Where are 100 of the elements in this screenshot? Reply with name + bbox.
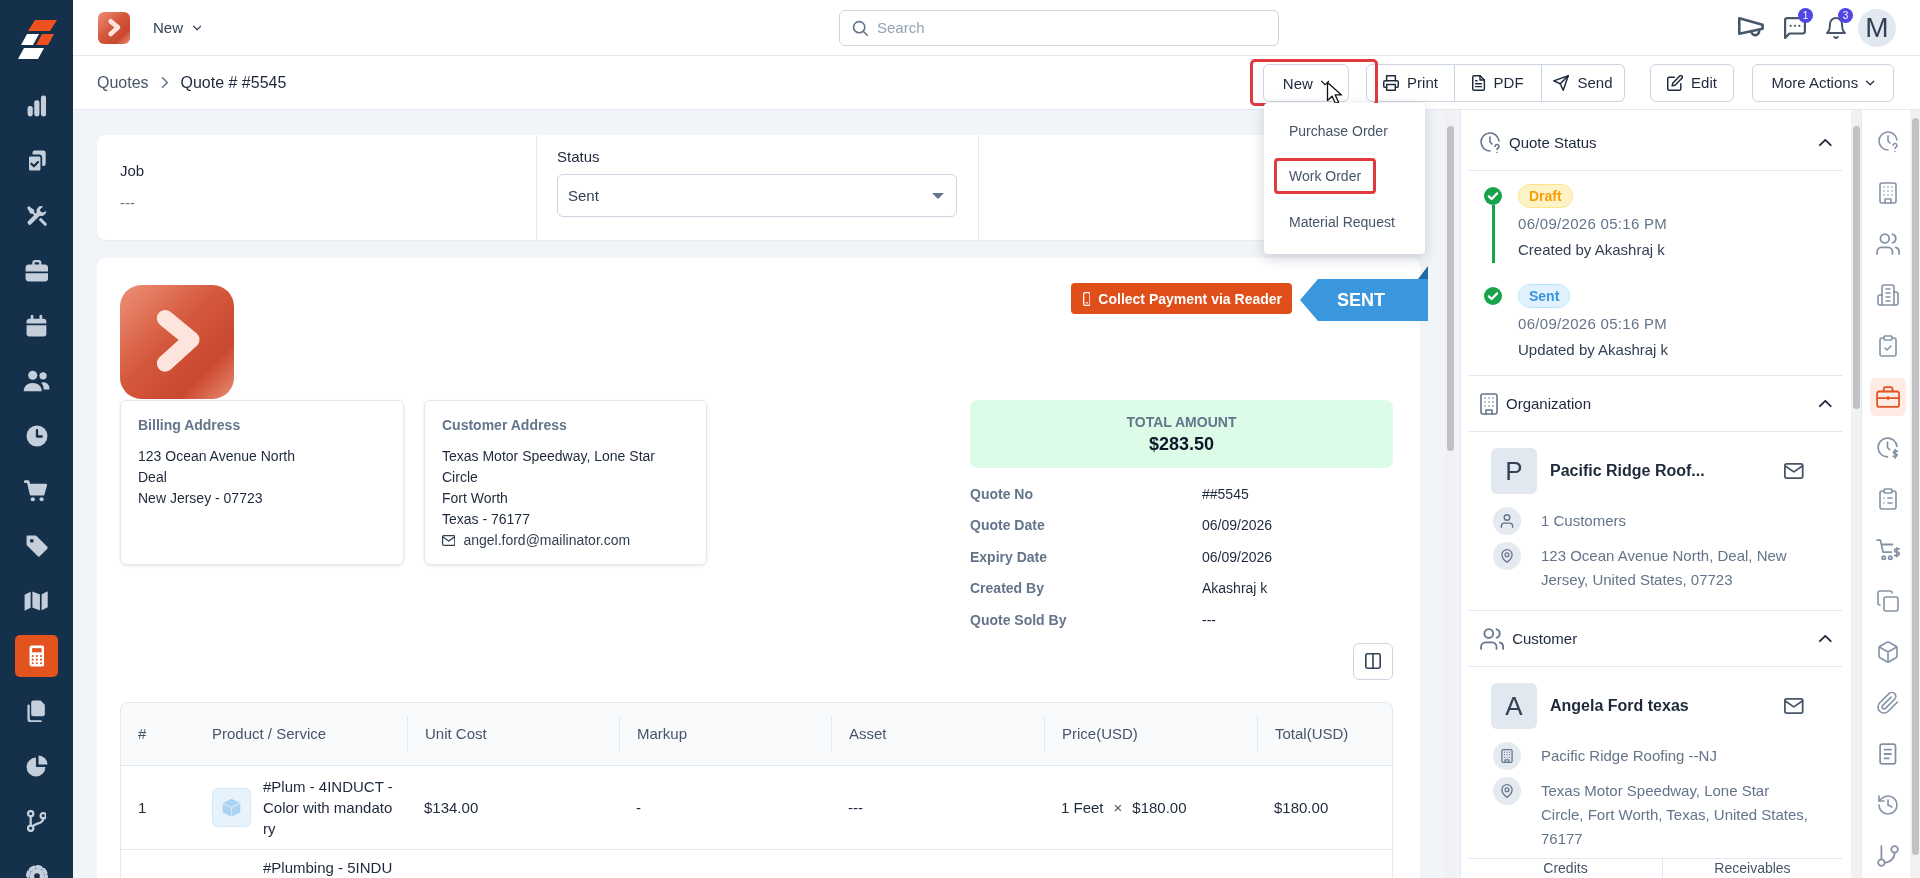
- users-icon: [1480, 627, 1505, 650]
- panel-tab[interactable]: Receivables: [1662, 859, 1842, 877]
- address-line: Texas Motor Speedway, Lone Star Circle: [442, 447, 656, 487]
- detail-value: 06/09/2026: [1202, 517, 1273, 534]
- history-icon[interactable]: [1877, 793, 1899, 816]
- location-pin-icon: [1493, 542, 1521, 570]
- company-logo[interactable]: [98, 11, 130, 44]
- location-pin-icon: [1493, 777, 1521, 805]
- scrollbar[interactable]: [1851, 110, 1861, 878]
- section-title: Quote Status: [1509, 134, 1597, 151]
- detail-label: Quote No: [970, 485, 1033, 502]
- column-header: Product / Service: [212, 725, 327, 742]
- clock-dollar-icon[interactable]: [1877, 436, 1899, 459]
- status-badge: Sent: [1518, 284, 1571, 308]
- rail-nav-button[interactable]: [1870, 377, 1906, 416]
- cube-icon[interactable]: [1878, 640, 1898, 663]
- column-header: Price(USD): [1062, 725, 1138, 742]
- more-actions-button[interactable]: More Actions: [1752, 63, 1894, 102]
- clock-icon[interactable]: [25, 424, 48, 447]
- organization-avatar: P: [1491, 448, 1537, 494]
- documents-icon[interactable]: [27, 699, 46, 722]
- column-header: Total(USD): [1275, 725, 1349, 742]
- caret-down-icon: [932, 192, 944, 199]
- app-logo[interactable]: [16, 19, 57, 59]
- column-header: Markup: [637, 725, 688, 742]
- table-cell: $134.00: [424, 798, 479, 816]
- clock-question-icon[interactable]: [1877, 130, 1899, 153]
- user-avatar[interactable]: M: [1858, 8, 1896, 47]
- calculator-icon[interactable]: [28, 644, 45, 667]
- new-dropdown-button[interactable]: New: [153, 15, 202, 40]
- multiply-sign: ×: [1113, 798, 1123, 816]
- new-button[interactable]: New: [1263, 64, 1349, 102]
- customer-name: Angela Ford texas: [1550, 697, 1689, 715]
- chevron-up-icon[interactable]: [1819, 634, 1832, 643]
- megaphone-icon[interactable]: [1738, 16, 1764, 39]
- field-value: ---: [120, 193, 135, 213]
- panel-tab[interactable]: Credits: [1469, 859, 1662, 877]
- cart-dollar-icon[interactable]: [1875, 538, 1901, 561]
- menu-item[interactable]: Purchase Order: [1274, 112, 1403, 149]
- columns-toggle-button[interactable]: [1353, 642, 1393, 680]
- building-icon[interactable]: [1879, 181, 1897, 204]
- status-select[interactable]: Sent: [557, 174, 957, 217]
- edit-icon: [1667, 74, 1684, 91]
- event-date: 06/09/2026 05:16 PM: [1518, 314, 1668, 334]
- collect-payment-button[interactable]: Collect Payment via Reader: [1070, 283, 1292, 314]
- briefcase-icon[interactable]: [24, 259, 49, 282]
- chevron-up-icon[interactable]: [1819, 399, 1832, 408]
- menu-item[interactable]: Work Order: [1274, 158, 1377, 195]
- cart-icon[interactable]: [24, 479, 49, 502]
- status-badge: Draft: [1518, 184, 1573, 208]
- product-name: #Plumbing - 5INDU: [263, 857, 394, 878]
- column-header: Unit Cost: [425, 725, 487, 742]
- tools-icon[interactable]: [25, 204, 48, 227]
- scrollbar-thumb[interactable]: [1911, 118, 1919, 855]
- notification-badge: 1: [1798, 7, 1813, 23]
- calendar-icon[interactable]: [26, 314, 47, 337]
- mail-icon[interactable]: [1784, 463, 1804, 479]
- breadcrumb-link[interactable]: Quotes: [97, 73, 149, 92]
- user-icon: [1493, 507, 1521, 535]
- edit-button[interactable]: Edit: [1650, 63, 1734, 102]
- total-label: TOTAL AMOUNT: [1126, 413, 1237, 431]
- send-icon: [1553, 74, 1570, 91]
- document-icon[interactable]: [1879, 742, 1897, 765]
- detail-label: Expiry Date: [970, 548, 1048, 565]
- chevron-down-icon: [1866, 79, 1875, 86]
- clipboard-icon[interactable]: [26, 149, 47, 172]
- address-line: 123 Ocean Avenue North: [138, 447, 295, 466]
- address-line: Fort Worth: [442, 489, 508, 508]
- event-note: Updated by Akashraj k: [1518, 340, 1669, 360]
- scrollbar[interactable]: [1445, 110, 1455, 878]
- users-icon[interactable]: [22, 369, 51, 392]
- scrollbar[interactable]: [1910, 110, 1920, 878]
- mail-icon[interactable]: [1784, 698, 1804, 714]
- search-field[interactable]: Search: [839, 9, 1279, 46]
- scrollbar-thumb[interactable]: [1446, 126, 1454, 451]
- branch-icon[interactable]: [26, 809, 47, 832]
- map-icon[interactable]: [24, 589, 49, 612]
- copy-icon[interactable]: [1877, 589, 1899, 612]
- clipboard-list-icon[interactable]: [1879, 487, 1897, 510]
- section-title: Organization: [1506, 395, 1592, 412]
- pie-chart-icon[interactable]: [25, 754, 48, 777]
- menu-item[interactable]: Material Request: [1274, 203, 1410, 240]
- scrollbar-thumb[interactable]: [1852, 126, 1860, 409]
- buildings-icon[interactable]: [1877, 283, 1899, 306]
- pdf-button[interactable]: PDF: [1455, 63, 1542, 102]
- status-ribbon: SENT: [1300, 266, 1428, 321]
- print-button[interactable]: Print: [1366, 63, 1455, 102]
- paperclip-icon[interactable]: [1877, 691, 1899, 714]
- table-cell: ---: [848, 798, 863, 816]
- clipboard-check-icon[interactable]: [1879, 334, 1897, 357]
- bar-chart-icon[interactable]: [26, 94, 47, 117]
- table-cell: -: [636, 798, 641, 816]
- sidebar-nav-button[interactable]: [15, 634, 58, 677]
- columns-icon: [1365, 653, 1381, 669]
- address-text: Texas Motor Speedway, Lone Star Circle, Fort Worth, Texas, United States, 76177: [1541, 781, 1810, 849]
- section-title: Customer: [1512, 630, 1578, 647]
- tag-icon[interactable]: [25, 534, 48, 557]
- detail-value: ##5545: [1202, 485, 1249, 502]
- chevron-up-icon[interactable]: [1819, 138, 1832, 147]
- send-button[interactable]: Send: [1542, 63, 1625, 102]
